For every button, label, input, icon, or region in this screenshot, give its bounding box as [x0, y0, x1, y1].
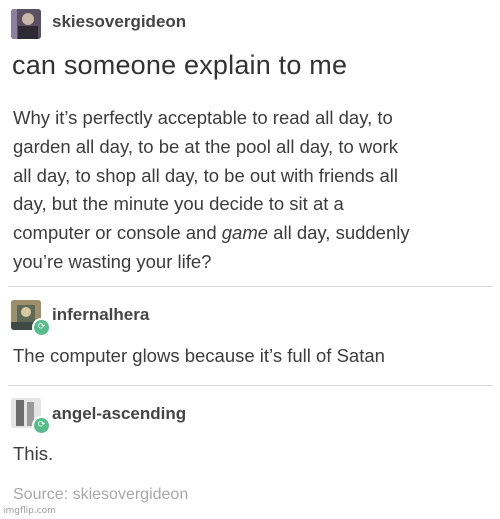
- post-title: can someone explain to me: [12, 50, 348, 80]
- post-body-line: garden all day, to be at the pool all da…: [13, 135, 398, 157]
- post-body: The computer glows because it’s full of …: [13, 345, 385, 366]
- username-link[interactable]: infernalhera: [52, 305, 149, 325]
- post-body-line: all day, to shop all day, to be out with…: [13, 164, 398, 186]
- post-body-line: day, but the minute you decide to sit at…: [13, 193, 344, 215]
- reblog-post: ⟳ infernalhera The computer glows becaus…: [0, 287, 500, 386]
- reblog-post: ⟳ angel-ascending This. Source: skiesove…: [0, 386, 500, 519]
- username-link[interactable]: angel-ascending: [52, 404, 186, 424]
- post-body-line: you’re wasting your life?: [13, 251, 212, 272]
- post-body-line: computer or console and game all day, su…: [13, 219, 410, 248]
- post-body-line: Why it’s perfectly acceptable to read al…: [13, 107, 393, 128]
- post-body: This.: [13, 443, 54, 464]
- post-body-emphasis: game: [221, 222, 269, 244]
- watermark: imgflip.com: [3, 506, 56, 516]
- post-body-segment: computer or console and: [13, 222, 222, 244]
- reblog-badge-icon: ⟳: [32, 416, 51, 435]
- source-link[interactable]: Source: skiesovergideon: [13, 486, 188, 504]
- reblog-badge-icon: ⟳: [32, 318, 51, 337]
- username-link[interactable]: skiesovergideon: [52, 12, 186, 32]
- user-avatar-icon[interactable]: [11, 9, 41, 39]
- original-post: skiesovergideon can someone explain to m…: [0, 0, 500, 287]
- post-body-segment: all day, suddenly: [268, 222, 410, 244]
